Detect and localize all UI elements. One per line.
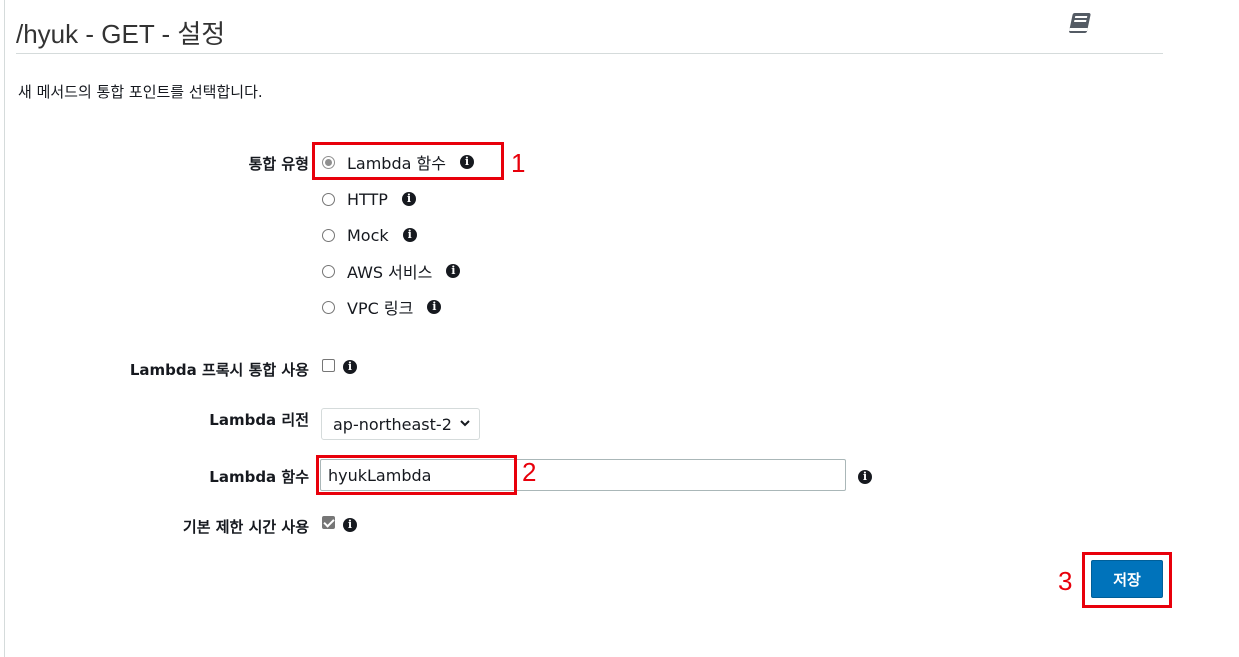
radio-mock[interactable] — [322, 228, 335, 242]
info-icon[interactable]: i — [343, 360, 357, 374]
radio-aws-service-label[interactable]: AWS 서비스 — [347, 259, 432, 283]
annotation-number-2: 2 — [522, 457, 537, 487]
default-timeout-label: 기본 제한 시간 사용 — [182, 518, 309, 536]
annotation-number-1: 1 — [511, 148, 526, 178]
info-icon[interactable]: i — [402, 228, 417, 242]
radio-option-aws-service[interactable]: AWS 서비스 i — [322, 259, 461, 283]
page-title: /hyuk - GET - 설정 — [16, 19, 226, 49]
region-select-value: ap-northeast-2 — [333, 414, 452, 434]
radio-option-http[interactable]: HTTP i — [322, 189, 416, 209]
function-label: Lambda 함수 — [209, 468, 309, 486]
left-border — [4, 0, 5, 657]
integration-type-label: 통합 유형 — [248, 155, 309, 173]
annotation-number-3: 3 — [1058, 566, 1073, 596]
info-icon[interactable]: i — [858, 470, 872, 484]
title-divider — [16, 53, 1163, 54]
radio-option-mock[interactable]: Mock i — [322, 225, 417, 245]
radio-aws-service[interactable] — [322, 264, 335, 278]
chevron-down-icon — [460, 420, 470, 427]
proxy-integration-label: Lambda 프록시 통합 사용 — [129, 361, 309, 379]
info-icon[interactable]: i — [427, 300, 442, 314]
info-icon[interactable]: i — [401, 192, 416, 206]
info-icon[interactable]: i — [446, 264, 461, 278]
default-timeout-checkbox[interactable] — [322, 516, 335, 529]
annotation-box-3 — [1082, 552, 1172, 608]
radio-vpc-link-label[interactable]: VPC 링크 — [347, 295, 413, 319]
annotation-box-1 — [312, 142, 504, 180]
info-icon[interactable]: i — [343, 518, 357, 532]
radio-http-label[interactable]: HTTP — [347, 190, 388, 209]
proxy-integration-checkbox[interactable] — [322, 359, 335, 372]
radio-vpc-link[interactable] — [322, 300, 335, 314]
radio-mock-label[interactable]: Mock — [347, 226, 389, 245]
radio-http[interactable] — [322, 192, 335, 206]
page-description: 새 메서드의 통합 포인트를 선택합니다. — [18, 83, 263, 101]
annotation-box-2 — [316, 455, 517, 495]
book-icon[interactable] — [1064, 8, 1094, 38]
region-select[interactable]: ap-northeast-2 — [321, 408, 480, 440]
region-label: Lambda 리전 — [209, 411, 309, 429]
radio-option-vpc-link[interactable]: VPC 링크 i — [322, 295, 442, 319]
